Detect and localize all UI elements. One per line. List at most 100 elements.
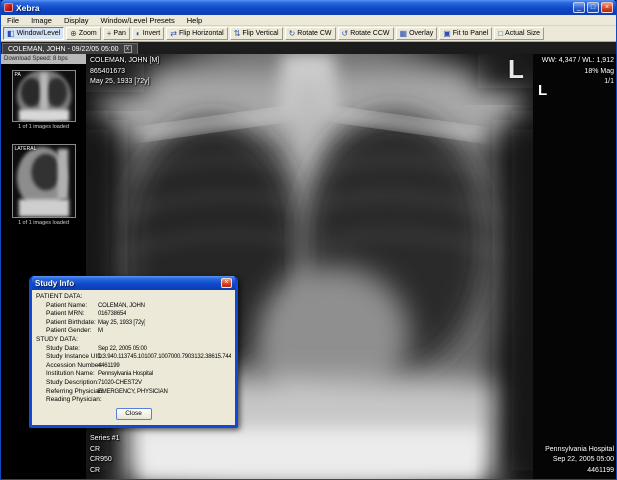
institution-name-value: Pennsylvania Hospital: [98, 371, 153, 378]
study-uid-row: Study Instance UID: 1.3.940.113745.10100…: [36, 353, 231, 362]
flip-vertical-button[interactable]: ⇅ Flip Vertical: [229, 27, 283, 40]
reading-physician-label: Reading Physician:: [46, 396, 102, 404]
flip-vertical-label: Flip Vertical: [242, 30, 279, 37]
menu-file[interactable]: File: [1, 15, 25, 25]
download-speed-label: Download Speed: 8 bps: [1, 54, 86, 64]
invert-label: Invert: [142, 30, 161, 37]
study-data-header: STUDY DATA:: [36, 335, 78, 343]
rotate-ccw-button[interactable]: ↺ Rotate CCW: [337, 27, 394, 40]
actual-size-button[interactable]: □ Actual Size: [494, 27, 545, 40]
window-title: Xebra: [16, 2, 40, 13]
tab-bar: COLEMAN, JOHN - 09/22/05 05:00 x: [1, 42, 616, 54]
flip-horizontal-icon: ⇄: [170, 28, 177, 38]
menu-display[interactable]: Display: [58, 15, 95, 25]
menu-image[interactable]: Image: [25, 15, 58, 25]
invert-icon: ◐: [135, 28, 141, 38]
thumbnail-pa-marker: PA: [14, 72, 21, 78]
rotate-ccw-icon: ↺: [341, 28, 349, 38]
series-overlay: Series #1 CR CR950 CR: [90, 434, 120, 476]
window-titlebar[interactable]: Xebra _ □ ×: [1, 0, 616, 15]
window-level-label: Window/Level: [16, 30, 61, 37]
institution-name-row: Institution Name: Pennsylvania Hospital: [36, 370, 231, 379]
zoom-icon: ⊕: [70, 28, 77, 38]
orientation-marker-left-outline: L: [508, 54, 524, 84]
referring-physician-value: EMERGENCY, PHYSICIAN: [98, 388, 168, 395]
xebra-window: Xebra _ □ × File Image Display Window/Le…: [0, 0, 617, 480]
menu-window-level-presets[interactable]: Window/Level Presets: [95, 15, 181, 25]
patient-id-overlay: 865401673: [90, 67, 126, 75]
reading-physician-row: Reading Physician:: [36, 396, 231, 405]
series-number-overlay: Series #1: [90, 435, 120, 442]
fit-to-panel-label: Fit to Panel: [452, 30, 489, 37]
referring-physician-row: Referring Physician: EMERGENCY, PHYSICIA…: [36, 388, 231, 397]
tab-label: COLEMAN, JOHN - 09/22/05 05:00: [8, 45, 119, 53]
thumbnail-pa[interactable]: PA: [11, 70, 76, 123]
patient-name-label: Patient Name:: [46, 301, 88, 309]
thumbnail-lateral[interactable]: LATERAL: [11, 144, 76, 219]
rotate-ccw-label: Rotate CCW: [350, 30, 390, 37]
zoom-button[interactable]: ⊕ Zoom: [66, 27, 101, 40]
tab-study[interactable]: COLEMAN, JOHN - 09/22/05 05:00 x: [2, 43, 138, 54]
minimize-icon[interactable]: _: [573, 2, 585, 13]
image-count-value: 1/1: [604, 78, 614, 85]
thumbnail-lateral-status: 1 of 1 images loaded: [17, 220, 70, 227]
overlay-label: Overlay: [409, 30, 434, 37]
study-description-label: Study Description:: [46, 378, 99, 386]
window-controls: _ □ ×: [573, 2, 613, 13]
dialog-close-button[interactable]: Close: [115, 407, 152, 420]
patient-gender-value: M: [98, 328, 103, 335]
rotate-cw-label: Rotate CW: [297, 30, 332, 37]
pan-button[interactable]: + Pan: [102, 27, 130, 40]
zoom-label: Zoom: [78, 30, 97, 37]
institution-overlay: Pennsylvania Hospital Sep 22, 2005 05:00…: [545, 445, 614, 477]
study-date-overlay: Sep 22, 2005 05:00: [552, 456, 614, 463]
study-info-body: PATIENT DATA: Patient Name: COLEMAN, JOH…: [32, 290, 235, 422]
invert-button[interactable]: ◐ Invert: [131, 27, 165, 40]
flip-horizontal-label: Flip Horizontal: [178, 30, 224, 37]
window-level-button[interactable]: ◧ Window/Level: [3, 27, 65, 40]
fit-to-panel-icon: ▣: [443, 28, 451, 38]
overlay-button[interactable]: ▦ Overlay: [395, 27, 438, 40]
fit-to-panel-button[interactable]: ▣ Fit to Panel: [439, 27, 493, 40]
thumbnail-lateral-image: [12, 145, 75, 218]
study-uid-value: 1.3.940.113745.101007.1007000.7903132.38…: [98, 354, 231, 361]
study-info-title: Study Info: [35, 278, 75, 288]
institution-name-label: Institution Name:: [46, 370, 95, 378]
close-icon[interactable]: ×: [601, 2, 613, 13]
patient-gender-label: Patient Gender:: [46, 327, 92, 335]
rotate-cw-icon: ↻: [288, 28, 296, 38]
device-overlay: CR950: [90, 456, 112, 463]
referring-physician-label: Referring Physician:: [46, 387, 105, 395]
dialog-close-icon[interactable]: ×: [221, 278, 232, 288]
window-level-icon: ◧: [7, 28, 15, 38]
patient-overlay: COLEMAN, JOHN [M] 865401673 May 25, 1933…: [90, 56, 159, 88]
modality-overlay-2: CR: [90, 466, 101, 474]
study-date-label: Study Date:: [46, 344, 80, 352]
study-date-value: Sep 22, 2005 05:00: [98, 345, 147, 352]
magnification-value: 18% Mag: [584, 67, 614, 75]
study-info-titlebar[interactable]: Study Info ×: [32, 276, 235, 290]
institution-name-overlay: Pennsylvania Hospital: [545, 445, 614, 453]
app-icon: [4, 3, 13, 12]
patient-mrn-label: Patient MRN:: [46, 310, 85, 318]
actual-size-label: Actual Size: [505, 30, 541, 37]
accession-number-row: Accession Number: 4461199: [36, 362, 231, 371]
patient-birthdate-row: Patient Birthdate: May 25, 1933 [72y]: [36, 319, 231, 328]
window-level-overlay: WW: 4,347 / WL: 1,912 18% Mag 1/1: [542, 56, 614, 88]
menu-bar: File Image Display Window/Level Presets …: [1, 15, 616, 26]
pan-label: Pan: [113, 30, 126, 37]
patient-birthdate-label: Patient Birthdate:: [46, 318, 96, 326]
tab-close-icon[interactable]: x: [123, 45, 132, 53]
study-info-dialog: Study Info × PATIENT DATA: Patient Name:…: [29, 276, 238, 428]
maximize-icon[interactable]: □: [587, 2, 599, 13]
accession-number-overlay: 4461199: [587, 466, 614, 474]
flip-horizontal-button[interactable]: ⇄ Flip Horizontal: [166, 27, 228, 40]
rotate-cw-button[interactable]: ↻ Rotate CW: [284, 27, 336, 40]
patient-name-row: Patient Name: COLEMAN, JOHN: [36, 302, 231, 311]
patient-name-value: COLEMAN, JOHN: [98, 302, 145, 309]
ww-wl-value: WW: 4,347 / WL: 1,912: [541, 57, 614, 64]
patient-birthdate-value: May 25, 1933 [72y]: [98, 319, 146, 326]
accession-number-label: Accession Number:: [46, 361, 103, 369]
menu-help[interactable]: Help: [181, 15, 208, 25]
actual-size-icon: □: [498, 28, 504, 38]
